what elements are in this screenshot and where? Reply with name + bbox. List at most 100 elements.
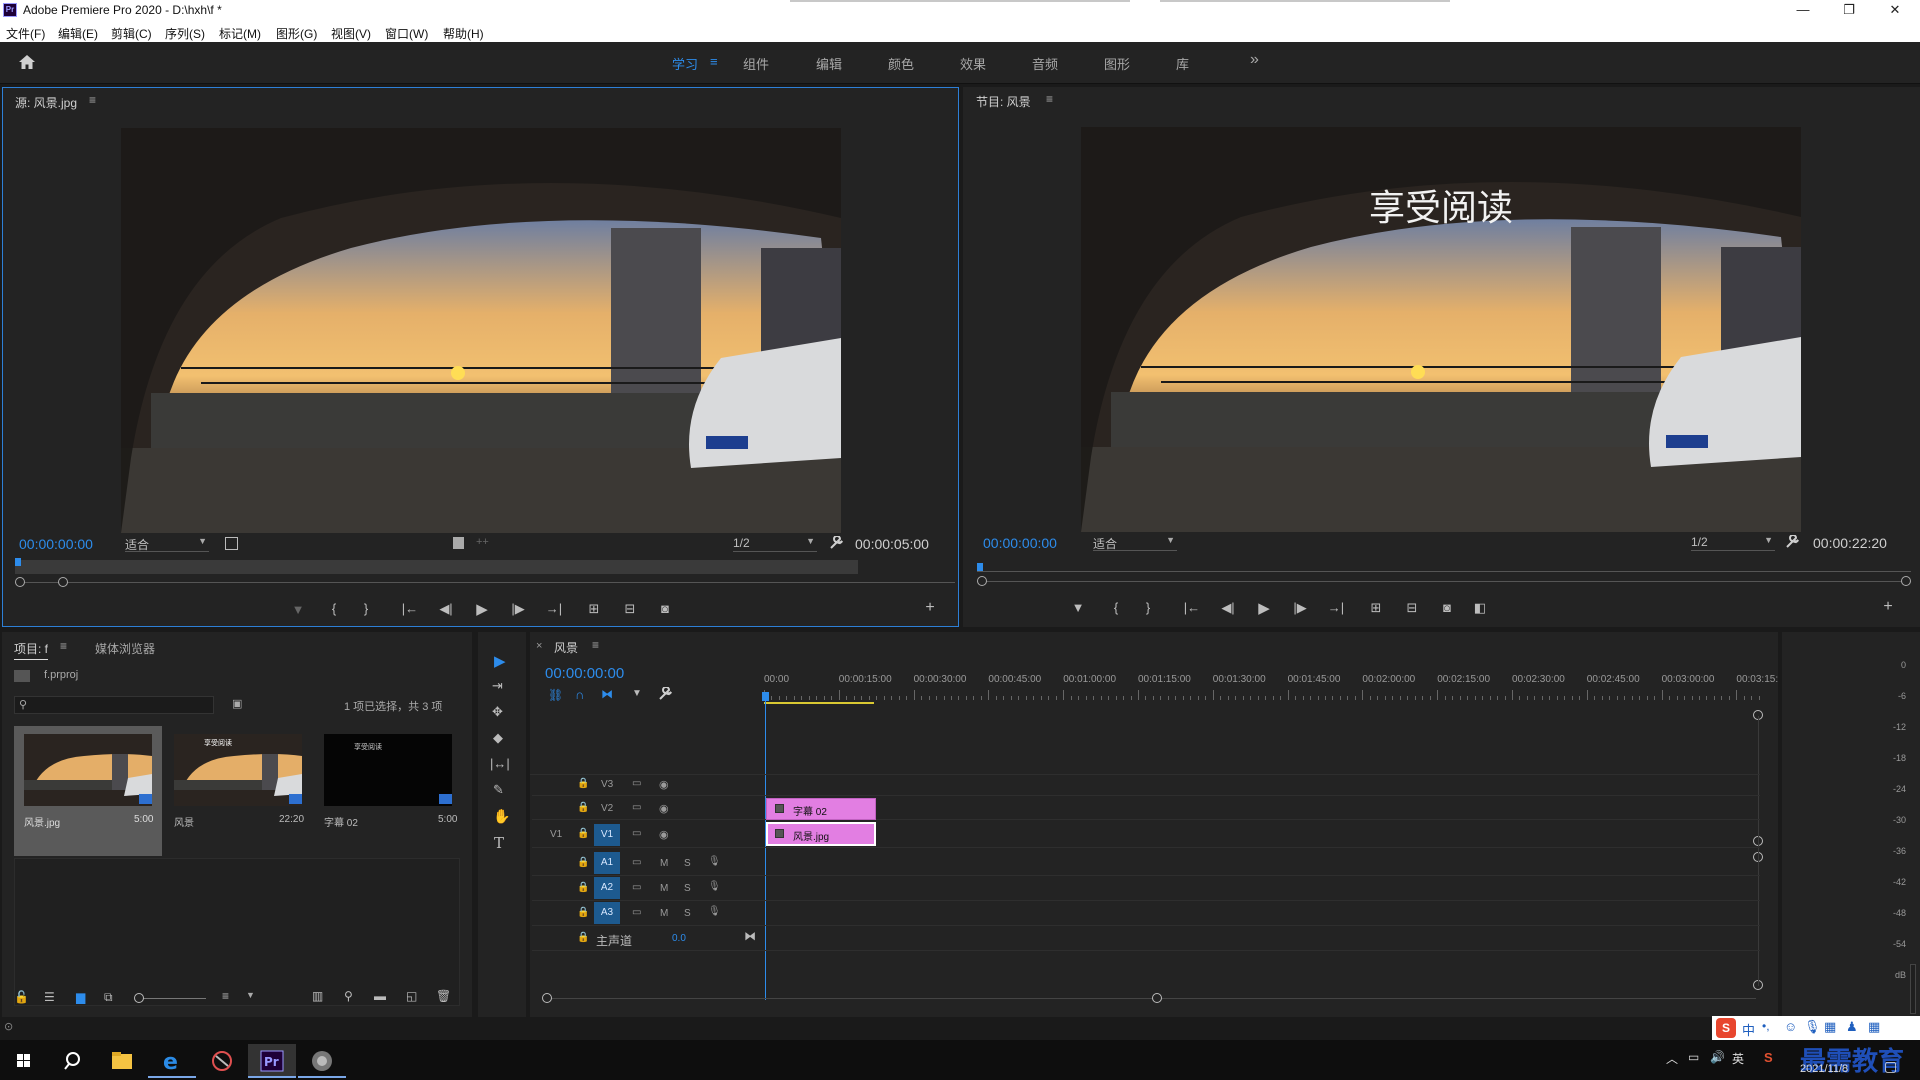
trash-icon[interactable]: 🗑	[436, 989, 451, 1003]
track-target[interactable]: A3	[594, 902, 620, 924]
add-button[interactable]: +	[919, 599, 941, 617]
mark-out-button[interactable]: }	[355, 601, 377, 616]
close-button[interactable]: ✕	[1872, 0, 1918, 22]
step-back-button[interactable]: ◀|	[435, 601, 457, 617]
timeline-settings-icon[interactable]	[658, 687, 672, 701]
menu-file[interactable]: 文件(F)	[6, 25, 45, 42]
program-timecode[interactable]: 00:00:00:00	[983, 535, 1057, 551]
emoji-icon[interactable]: ☺	[1784, 1019, 1797, 1034]
add-button[interactable]: +	[1877, 598, 1899, 616]
drag-video-icon[interactable]	[453, 537, 464, 549]
find-icon[interactable]: ⚲	[344, 989, 353, 1003]
zoom-handle-left[interactable]	[15, 577, 25, 587]
extract-button[interactable]: ⊟	[1401, 600, 1423, 616]
export-frame-button[interactable]: ◙	[1436, 600, 1458, 615]
mark-out-button[interactable]: }	[1137, 600, 1159, 615]
microphone-icon[interactable]: 🎙	[708, 856, 721, 867]
mute-button[interactable]: M	[660, 883, 668, 894]
workspace-audio[interactable]: 音频	[1032, 54, 1058, 73]
track-target[interactable]: A2	[594, 877, 620, 899]
zoom-handle-left[interactable]	[542, 993, 552, 1003]
lock-icon[interactable]: 🔒	[577, 907, 589, 918]
new-bin-from-search-icon[interactable]: ▣	[232, 697, 242, 710]
menu-graphics[interactable]: 图形(G)	[276, 25, 317, 42]
tray-expand-icon[interactable]: ︿	[1666, 1050, 1678, 1067]
source-timecode[interactable]: 00:00:00:00	[19, 536, 93, 552]
source-playhead[interactable]	[15, 558, 21, 566]
ime-tray-icon[interactable]: 英	[1732, 1050, 1744, 1067]
minimize-button[interactable]: —	[1780, 0, 1826, 22]
overwrite-button[interactable]: ⊟	[619, 601, 641, 617]
program-scrub-bar[interactable]	[977, 571, 1911, 572]
mute-button[interactable]: M	[660, 858, 668, 869]
program-playhead[interactable]	[977, 563, 983, 571]
eye-icon[interactable]: ◉	[659, 828, 669, 841]
ime-punctuation-icon[interactable]: •,	[1762, 1019, 1770, 1033]
project-item[interactable]: 享受阅读 字幕 02 5:00	[314, 726, 462, 856]
add-marker-button[interactable]: ▼	[1067, 600, 1089, 615]
wrench-icon[interactable]	[829, 536, 843, 550]
source-zoom-dropdown[interactable]: 适合 ▼	[125, 536, 209, 552]
project-search-input[interactable]: ⚲	[14, 696, 214, 714]
project-item-selected[interactable]: 风景.jpg 5:00	[14, 726, 162, 856]
comparison-view-button[interactable]: ◧	[1469, 600, 1491, 616]
voice-icon[interactable]: 🎙	[1804, 1019, 1821, 1035]
list-view-icon[interactable]: ☰	[44, 990, 55, 1004]
track-select-tool-icon[interactable]: ⇥	[492, 678, 503, 694]
mute-button[interactable]: M	[660, 908, 668, 919]
timeline-tab[interactable]: 风景	[554, 639, 578, 656]
notifications-icon[interactable]: ▢	[1884, 1058, 1897, 1075]
step-forward-button[interactable]: |▶	[1289, 600, 1311, 616]
panel-menu-icon[interactable]: ≡	[592, 638, 599, 652]
workspace-menu-icon[interactable]: ≡	[710, 54, 718, 69]
windows-start-button[interactable]	[0, 1044, 48, 1078]
go-to-out-button[interactable]: →|	[543, 601, 565, 616]
go-to-next-edit-icon[interactable]: ⧓	[744, 929, 756, 943]
lock-icon[interactable]: 🔒	[577, 828, 589, 839]
solo-button[interactable]: S	[684, 908, 691, 919]
workspace-color[interactable]: 颜色	[888, 54, 914, 73]
sync-lock-icon[interactable]: ▭	[632, 802, 641, 813]
insert-sequence-nest-icon[interactable]: ⛓	[548, 688, 563, 702]
zoom-handle-right[interactable]	[58, 577, 68, 587]
step-back-button[interactable]: ◀|	[1217, 600, 1239, 616]
sync-lock-icon[interactable]: ▭	[632, 907, 641, 918]
menu-help[interactable]: 帮助(H)	[443, 25, 484, 42]
chevron-down-icon[interactable]: ▼	[246, 990, 255, 1000]
workspace-learning[interactable]: 学习	[672, 54, 698, 73]
keyboard-icon[interactable]: ▦	[1824, 1019, 1836, 1035]
new-item-icon[interactable]: ◱	[406, 989, 417, 1003]
linked-selection-icon[interactable]: ⧓	[601, 687, 613, 701]
go-to-in-button[interactable]: |←	[399, 601, 421, 616]
solo-button[interactable]: S	[684, 883, 691, 894]
network-icon[interactable]: ▭	[1688, 1050, 1699, 1064]
lock-icon[interactable]: 🔒	[577, 778, 589, 789]
source-patch-label[interactable]: V1	[550, 829, 562, 840]
sogou-tray-icon[interactable]: S	[1764, 1050, 1773, 1065]
menu-sequence[interactable]: 序列(S)	[165, 25, 205, 42]
premiere-taskbar-icon[interactable]: Pr	[248, 1044, 296, 1078]
play-button[interactable]: ▶	[1253, 599, 1275, 617]
insert-button[interactable]: ⊞	[583, 601, 605, 617]
mark-in-button[interactable]: {	[323, 601, 345, 616]
ime-toolbar[interactable]: S 中 •, ☺ 🎙 ▦ ♟ ▦	[1712, 1016, 1920, 1040]
lock-icon[interactable]: 🔓	[14, 990, 29, 1004]
search-icon[interactable]	[48, 1044, 96, 1078]
edge-browser-icon[interactable]: e	[148, 1044, 196, 1078]
volume-icon[interactable]: 🔊	[1710, 1050, 1725, 1064]
zoom-handle-right[interactable]	[1152, 993, 1162, 1003]
timeline-clip-title[interactable]: 字幕 02	[766, 798, 876, 820]
sync-lock-icon[interactable]: ▭	[632, 778, 641, 789]
icon-view-icon[interactable]: ▆	[76, 990, 85, 1004]
workspace-assembly[interactable]: 组件	[743, 54, 769, 73]
eye-icon[interactable]: ◉	[659, 778, 669, 791]
snipping-tool-icon[interactable]	[198, 1044, 246, 1078]
automate-to-sequence-icon[interactable]: ▥	[312, 989, 323, 1003]
tools-icon[interactable]: ▦	[1868, 1019, 1880, 1035]
file-explorer-icon[interactable]	[98, 1044, 146, 1078]
menu-clip[interactable]: 剪辑(C)	[111, 25, 152, 42]
project-tab[interactable]: 项目: f	[14, 640, 49, 660]
master-volume-value[interactable]: 0.0	[672, 933, 686, 944]
home-icon[interactable]	[18, 54, 36, 70]
play-button[interactable]: ▶	[471, 600, 493, 618]
